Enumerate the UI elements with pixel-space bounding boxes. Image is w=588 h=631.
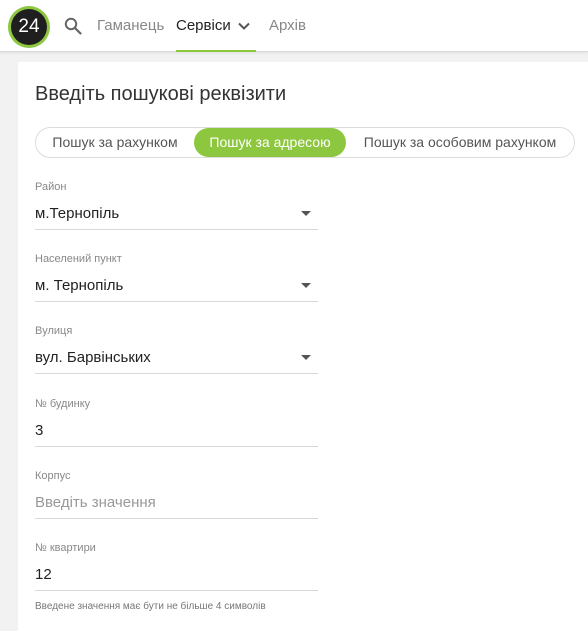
building-label: Корпус — [35, 470, 71, 482]
apartment-hint: Введене значення має бути не більше 4 си… — [35, 601, 266, 612]
house-underline — [35, 446, 318, 447]
locality-select[interactable]: м. Тернопіль — [35, 277, 123, 294]
building-underline — [35, 518, 318, 519]
chevron-down-icon[interactable] — [237, 19, 251, 33]
building-input[interactable]: Введіть значення — [35, 494, 156, 511]
apartment-label: № квартири — [35, 542, 96, 554]
caret-down-icon[interactable] — [301, 211, 311, 216]
house-input[interactable]: 3 — [35, 422, 43, 439]
street-label: Вулиця — [35, 325, 73, 337]
logo-text: 24 — [11, 9, 47, 45]
street-select[interactable]: вул. Барвінських — [35, 349, 151, 366]
nav-item-services[interactable]: Сервіси — [176, 0, 231, 52]
tab-search-by-account[interactable]: Пошук за рахунком — [36, 128, 194, 157]
district-label: Район — [35, 181, 67, 193]
apartment-underline — [35, 590, 318, 591]
nav-item-services-label: Сервіси — [176, 17, 231, 34]
apartment-input[interactable]: 12 — [35, 566, 52, 583]
locality-underline — [35, 301, 318, 302]
caret-down-icon[interactable] — [301, 355, 311, 360]
page-title: Введіть пошукові реквізити — [35, 83, 287, 105]
nav-item-wallet[interactable]: Гаманець — [97, 0, 164, 52]
district-select[interactable]: м.Тернопіль — [35, 205, 119, 222]
locality-label: Населений пункт — [35, 253, 122, 265]
house-label: № будинку — [35, 398, 91, 410]
district-underline — [35, 229, 318, 230]
street-underline — [35, 373, 318, 374]
logo[interactable]: 24 — [8, 6, 50, 48]
top-navigation-bar: 24 Гаманець Сервіси Архів — [0, 0, 588, 52]
tab-search-by-personal-account[interactable]: Пошук за особовим рахунком — [346, 128, 574, 157]
nav-item-archive[interactable]: Архів — [269, 0, 306, 52]
search-icon[interactable] — [64, 17, 82, 35]
caret-down-icon[interactable] — [301, 283, 311, 288]
tab-search-by-address[interactable]: Пошук за адресою — [194, 128, 346, 157]
active-nav-underline — [176, 50, 256, 52]
